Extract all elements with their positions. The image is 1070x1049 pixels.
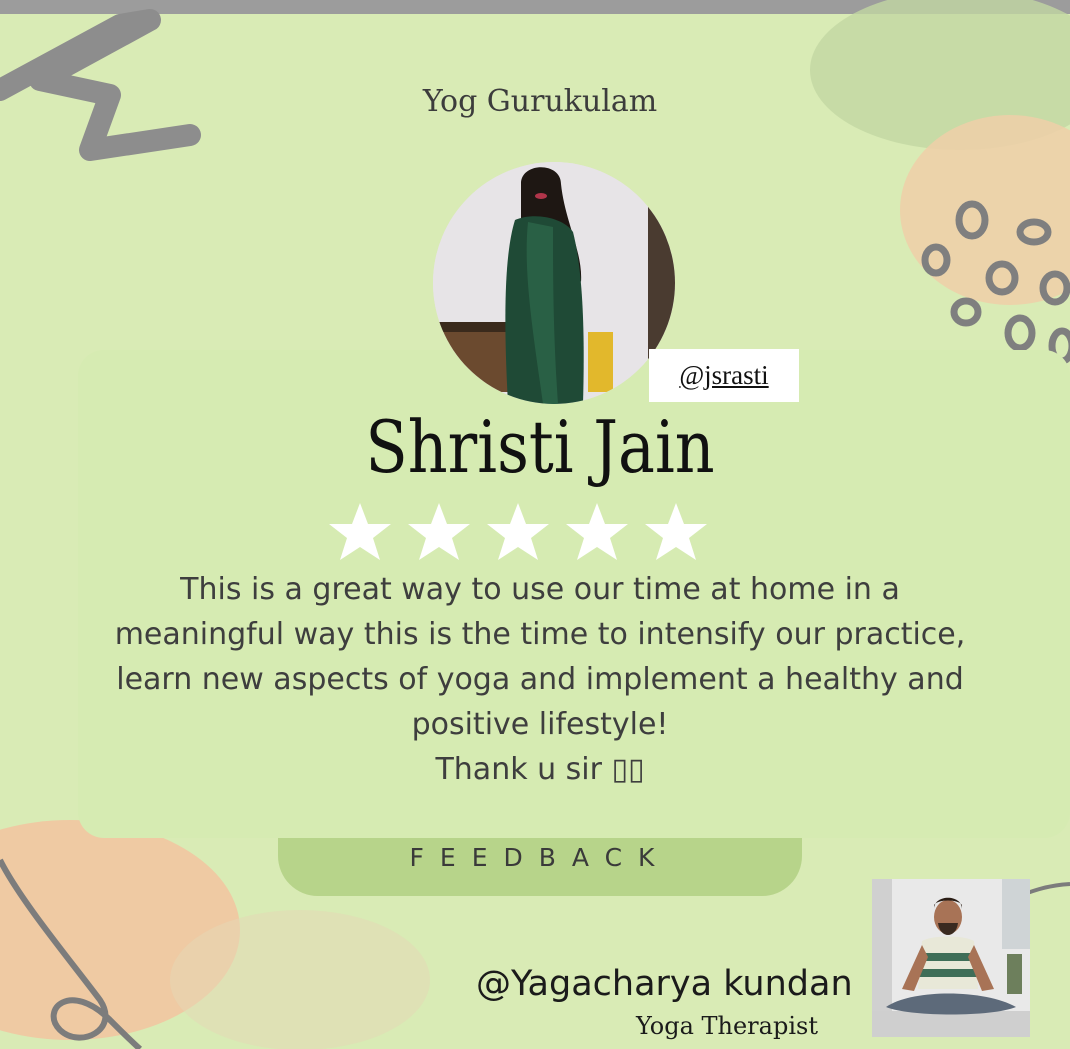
profile-photo [433, 162, 675, 404]
testimonial-line: This is a great way to use our time at h… [180, 572, 900, 607]
therapist-photo [872, 879, 1030, 1037]
testimonial-text: This is a great way to use our time at h… [60, 567, 1020, 792]
brand-title: Yog Gurukulam [422, 84, 658, 119]
star-icon [645, 503, 707, 560]
author-title: Yoga Therapist [636, 1012, 818, 1040]
author-handle[interactable]: @Yagacharya kundan [476, 964, 866, 1004]
testimonial-line: meaningful way this is the time to inten… [114, 617, 966, 652]
testimonial-line: positive lifestyle! [411, 707, 669, 742]
testimonial-line: Thank u sir ▯▯ [435, 752, 645, 787]
peach-watercolor-blob-faint [170, 910, 430, 1049]
star-icon [329, 503, 391, 560]
meditating-person-image [872, 879, 1030, 1037]
reviewer-name: Shristi Jain [365, 405, 715, 489]
avatar [433, 162, 675, 404]
testimonial-line: learn new aspects of yoga and implement … [116, 662, 964, 697]
star-rating [328, 500, 708, 564]
star-icon [408, 503, 470, 560]
star-icon [487, 503, 549, 560]
profile-handle[interactable]: @jsrasti [649, 349, 799, 402]
star-icon [566, 503, 628, 560]
feedback-label: FEEDBACK [409, 843, 671, 872]
